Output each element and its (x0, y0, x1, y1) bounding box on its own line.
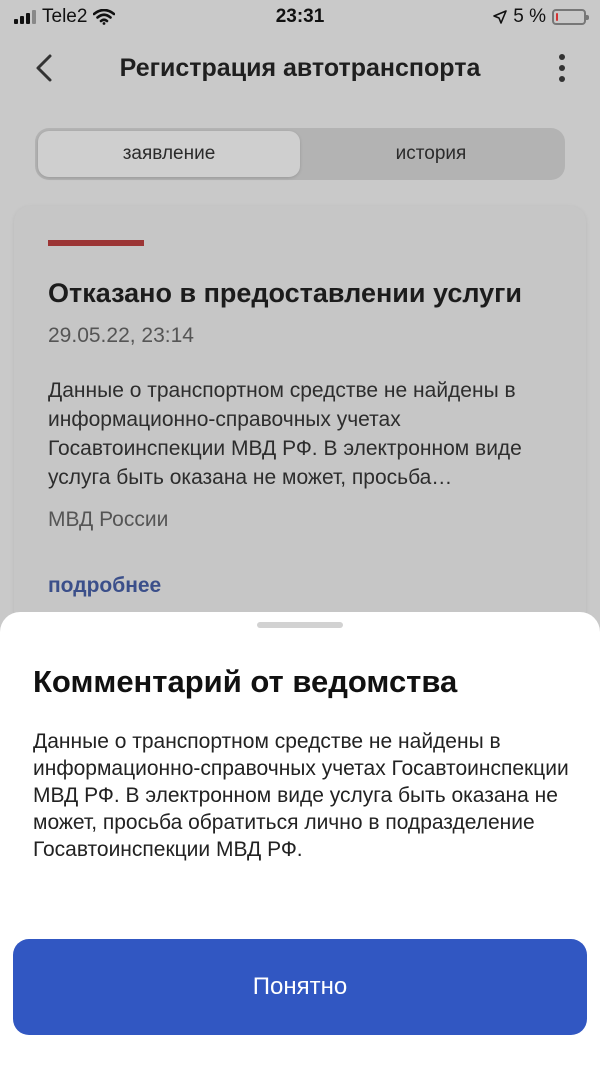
status-description: Данные о транспортном средстве не найден… (48, 379, 522, 489)
carrier-name: Tele2 (42, 6, 88, 27)
sheet-title: Комментарий от ведомства (33, 664, 458, 699)
battery-percent: 5 % (513, 6, 546, 27)
tab-history[interactable]: история (300, 131, 562, 177)
app-header: Регистрация автотранспорта (0, 40, 600, 96)
back-button[interactable] (28, 52, 60, 84)
status-source: МВД России (48, 508, 169, 531)
sheet-drag-handle[interactable] (257, 622, 343, 628)
comment-bottom-sheet: Комментарий от ведомства Данные о трансп… (0, 612, 600, 1066)
status-left: Tele2 (14, 6, 116, 28)
segmented-tabs: заявление история (35, 128, 565, 180)
more-options-button[interactable] (552, 52, 572, 84)
sheet-comment-text: Данные о транспортном средстве не найден… (33, 730, 569, 861)
cellular-signal-icon (14, 10, 36, 24)
status-bar: Tele2 23:31 5 % (0, 0, 600, 34)
page-title: Регистрация автотранспорта (119, 53, 481, 82)
chevron-left-icon (36, 54, 52, 82)
details-link[interactable]: подробнее (48, 574, 161, 598)
wifi-icon (93, 9, 116, 25)
battery-icon (552, 9, 589, 25)
tab-application[interactable]: заявление (38, 131, 300, 177)
ok-button[interactable]: Понятно (13, 939, 587, 1035)
location-arrow-icon (493, 10, 508, 24)
status-accent-bar (48, 240, 144, 246)
status-title: Отказано в предоставлении услуги (48, 278, 522, 308)
status-date: 29.05.22, 23:14 (48, 324, 194, 347)
status-right: 5 % (493, 6, 589, 28)
more-vertical-icon (559, 54, 565, 60)
